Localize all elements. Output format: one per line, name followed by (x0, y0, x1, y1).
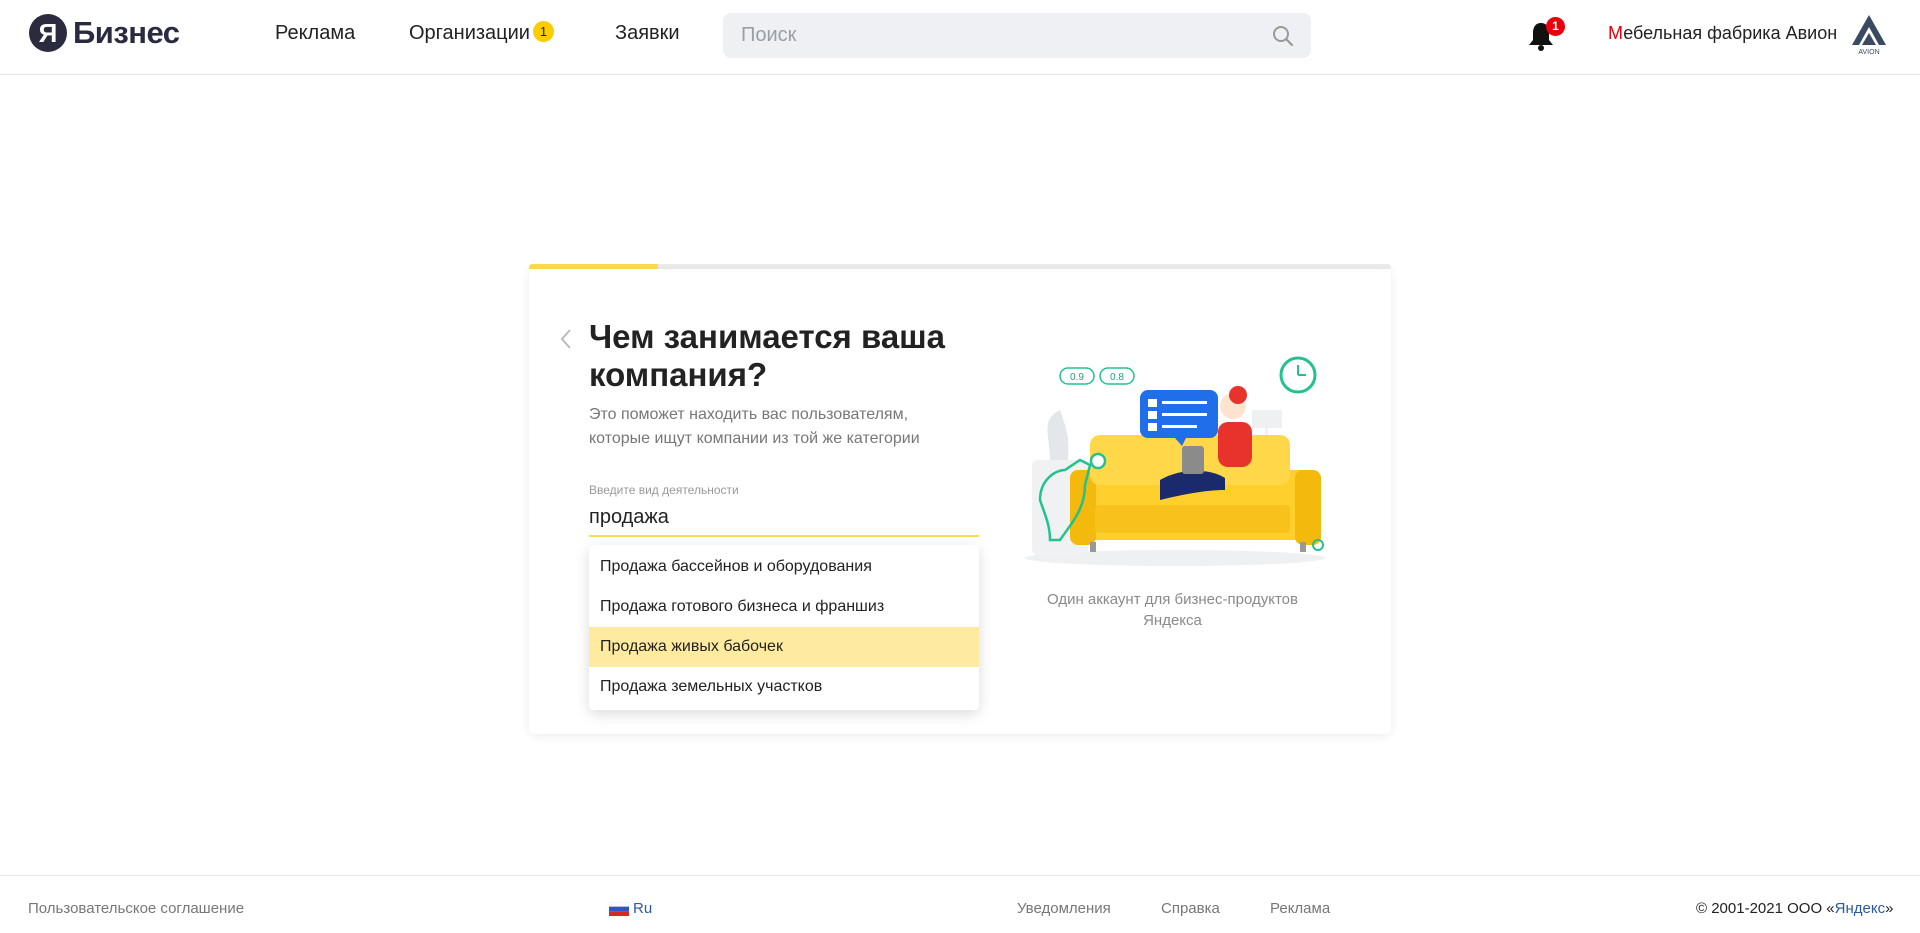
logo-text: Бизнес (73, 15, 180, 50)
suggestion-item[interactable]: Продажа бассейнов и оборудования (589, 547, 979, 587)
page-title: Чем занимается ваша компания? (589, 318, 946, 393)
footer-copyright: © 2001-2021 ООО «Яндекс» (1696, 900, 1893, 917)
search-box (723, 13, 1311, 58)
footer-yandex-link[interactable]: Яндекс (1835, 900, 1885, 917)
search-input[interactable] (723, 13, 1279, 58)
company-avatar-icon[interactable]: AVION (1848, 12, 1890, 56)
yandex-business-logo[interactable]: Я Бизнес (29, 14, 180, 52)
footer-language-switch[interactable]: Ru (633, 900, 652, 917)
person-on-sofa-illustration: 0.9 0.8 (1025, 356, 1325, 566)
footer (0, 875, 1920, 933)
illustration-rating-badge: 0.8 (1099, 367, 1135, 385)
company-logo-text: AVION (1858, 49, 1879, 56)
footer-link-notifications[interactable]: Уведомления (1017, 900, 1111, 917)
company-name[interactable]: Мебельная фабрика Авион (1608, 23, 1837, 44)
footer-link-help[interactable]: Справка (1161, 900, 1220, 917)
nav-organizations[interactable]: Организации 1 (409, 21, 554, 45)
nav-reklama[interactable]: Реклама (275, 22, 355, 45)
suggestions-dropdown: Продажа бассейнов и оборудования Продажа… (589, 545, 979, 710)
activity-input[interactable] (589, 499, 979, 537)
illustration-rating-badge: 0.9 (1059, 367, 1095, 385)
illustration-caption: Один аккаунт для бизнес-продуктов Яндекс… (1047, 591, 1298, 629)
company-name-first-letter: М (1608, 23, 1624, 43)
search-icon[interactable] (1271, 24, 1295, 48)
svg-text:0.9: 0.9 (1070, 372, 1084, 383)
copyright-suffix: » (1885, 900, 1894, 917)
nav-requests[interactable]: Заявки (615, 22, 680, 45)
company-name-rest: ебельная фабрика Авион (1623, 23, 1838, 43)
svg-text:0.8: 0.8 (1110, 372, 1124, 383)
suggestion-item[interactable]: Продажа готового бизнеса и франшиз (589, 587, 979, 627)
back-chevron-icon[interactable] (557, 326, 577, 352)
russia-flag-icon[interactable] (609, 902, 629, 916)
organizations-count-badge: 1 (532, 21, 554, 43)
nav-organizations-label: Организации (409, 22, 530, 44)
notifications-badge: 1 (1546, 17, 1565, 36)
activity-field-label: Введите вид деятельности (589, 483, 739, 497)
footer-user-agreement-link[interactable]: Пользовательское соглашение (28, 900, 244, 917)
logo-ya-icon: Я (29, 14, 67, 52)
page-subtitle: Это поможет находить вас пользователям, … (589, 406, 920, 447)
footer-link-ads[interactable]: Реклама (1270, 900, 1330, 917)
suggestion-item-highlighted[interactable]: Продажа живых бабочек (589, 627, 979, 667)
header: Я Бизнес Реклама Организации1 Заявки 1 М… (0, 0, 1920, 75)
suggestion-item[interactable]: Продажа земельных участков (589, 667, 979, 707)
copyright-prefix: © 2001-2021 ООО « (1696, 900, 1835, 917)
